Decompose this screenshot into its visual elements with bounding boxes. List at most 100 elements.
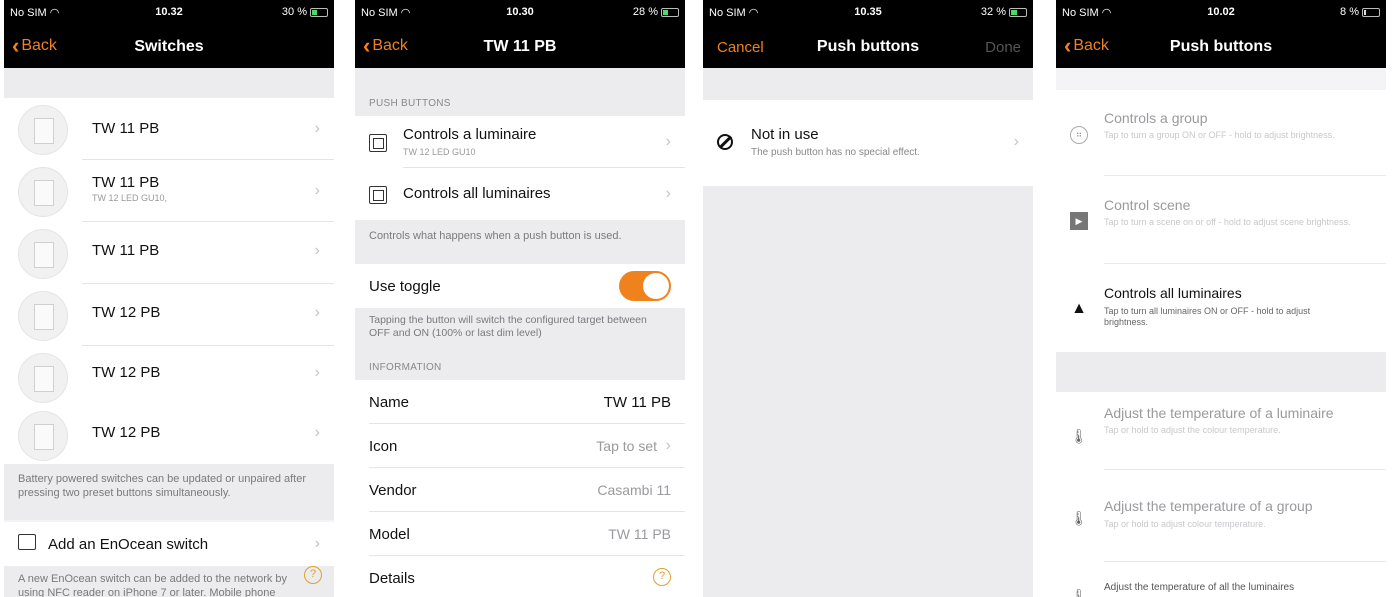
push-button-row[interactable]: Controls all luminaires › [355,168,685,220]
option-description: Tap or hold to adjust the colour tempera… [1104,425,1281,435]
info-value: Tap to set [596,438,657,454]
option-description: The push button has no special effect. [751,147,920,158]
option-description: Tap or hold to adjust colour temperature… [1104,519,1266,529]
status-bar: No SIM ◠ 10.32 30 % [4,6,334,20]
thermometer-icon: 🌡︎ [1070,428,1088,444]
option-title: Not in use [751,126,819,143]
battery-percent: 32 % [980,6,1006,18]
nav-bar: ‹ Back Switches [4,30,334,64]
info-row-model: Model TW 11 PB [355,512,685,556]
chevron-right-icon: › [314,120,320,137]
option-title: Adjust the temperature of a group [1104,498,1313,514]
switch-name: TW 12 PB [92,424,161,441]
add-enocean-row[interactable]: Add an EnOcean switch › [4,522,334,566]
option-title: Adjust the temperature of all the lumina… [1104,582,1295,593]
toggle-note: Tapping the button will switch the confi… [369,314,647,339]
option-controls-all-luminaires[interactable]: ▲ Controls all luminaires Tap to turn al… [1056,264,1386,352]
help-icon[interactable]: ? [304,566,322,584]
use-toggle-switch[interactable] [619,271,671,301]
status-bar: No SIM ◠ 10.35 32 % [703,6,1033,20]
info-label: Vendor [369,482,417,499]
battery-icon [1009,7,1027,17]
done-button[interactable]: Done [985,39,1021,56]
info-label: Icon [369,438,398,455]
switch-row[interactable]: TW 11 PB › [4,222,334,284]
prohibited-icon [717,134,733,150]
switch-name: TW 11 PB [92,242,160,259]
push-button-label: Controls all luminaires [403,185,551,202]
switch-row[interactable]: TW 11 PB › [4,98,334,160]
thermometer-icon: 🌡︎ [1070,588,1088,597]
option-description: Tap to turn a group ON or OFF - hold to … [1104,130,1335,140]
info-row-details[interactable]: Details ? [355,556,685,597]
option-description: Tap to turn all luminaires ON or OFF - h… [1104,306,1311,327]
chevron-right-icon: › [314,535,320,552]
info-row-name: Name TW 11 PB [355,380,685,424]
info-label: Name [369,394,410,411]
info-row-vendor: Vendor Casambi 11 [355,468,685,512]
switch-icon [18,411,68,461]
buttons-note: Controls what happens when a push button… [369,230,622,242]
section-header-push-buttons: PUSH BUTTONS [369,98,451,109]
nav-bar: ‹ Back Push buttons [1056,30,1386,64]
chevron-right-icon: › [314,364,320,381]
switch-name: TW 12 PB [92,304,161,321]
info-value: Casambi 11 [597,482,671,498]
page-title: TW 11 PB [483,38,557,55]
option-controls-group[interactable]: ⠶ Controls a group Tap to turn a group O… [1056,90,1386,176]
status-bar: No SIM ◠ 10.30 28 % [355,6,685,20]
chevron-right-icon: › [665,185,671,202]
push-buttons-select-screen: No SIM ◠ 10.35 32 % Cancel Push buttons D… [703,0,1033,597]
use-toggle-row: Use toggle [355,264,685,308]
switch-row[interactable]: TW 12 PB › [4,404,334,464]
option-temp-all[interactable]: 🌡︎ Adjust the temperature of all the lum… [1056,562,1386,597]
option-control-scene[interactable]: ▶ Control scene Tap to turn a scene on o… [1056,176,1386,264]
page-title: Push buttons [1169,38,1273,55]
battery-percent: 28 % [632,6,658,18]
push-button-row[interactable]: Controls a luminaire TW 12 LED GU10 › [355,116,685,168]
info-row-icon[interactable]: Icon Tap to set › [355,424,685,468]
add-enocean-label: Add an EnOcean switch [48,536,209,553]
add-note: A new EnOcean switch can be added to the… [18,573,288,597]
battery-percent: 30 % [281,6,307,18]
info-value[interactable]: TW 11 PB [604,394,671,411]
battery: 30 % [282,6,328,18]
help-icon[interactable]: ? [653,568,671,586]
option-temp-group[interactable]: 🌡︎ Adjust the temperature of a group Tap… [1056,470,1386,562]
battery-percent: 8 % [1340,6,1359,18]
top-bar: No SIM ◠ 10.32 30 % ‹ Back Switches [4,0,334,68]
switch-icon [18,291,68,341]
battery: 28 % [633,6,679,18]
page-title: Push buttons [816,38,920,55]
chevron-right-icon: › [314,424,320,441]
chevron-right-icon: › [665,133,671,150]
switch-row[interactable]: TW 12 PB › [4,284,334,346]
clock: 10.02 [1207,6,1235,18]
option-not-in-use[interactable]: Not in use The push button has no specia… [703,100,1033,186]
option-description: Tap to turn a scene on or off - hold to … [1104,217,1351,227]
switch-icon [18,167,68,217]
option-title: Controls a group [1104,110,1208,126]
switch-detail-screen: No SIM ◠ 10.30 28 % ‹ Back TW 11 PB PUSH B… [355,0,685,597]
battery-note: Battery powered switches can be updated … [18,473,307,499]
battery-icon [1362,7,1380,17]
switch-icon [18,353,68,403]
switch-icon [18,105,68,155]
push-buttons-options-screen: No SIM ◠ 10.02 8 % ‹ Back Push buttons ⠶ C… [1056,0,1386,597]
top-bar: No SIM ◠ 10.35 32 % Cancel Push buttons D… [703,0,1033,68]
chevron-right-icon: › [665,437,671,454]
chevron-right-icon: › [314,182,320,199]
option-title: Controls all luminaires [1104,285,1242,301]
battery: 8 % [1340,6,1380,18]
switch-row[interactable]: TW 11 PB TW 12 LED GU10, › [4,160,334,222]
switch-name: TW 11 PB [92,120,160,137]
chevron-right-icon: › [1013,133,1019,150]
push-button-target: TW 12 LED GU10 [403,147,476,157]
switch-row[interactable]: TW 12 PB › [4,346,334,408]
option-temp-luminaire[interactable]: 🌡︎ Adjust the temperature of a luminaire… [1056,392,1386,470]
info-label: Model [369,526,410,543]
page-title: Switches [134,38,204,55]
switch-name: TW 12 PB [92,364,161,381]
group-icon: ⠶ [1070,126,1088,144]
switches-screen: No SIM ◠ 10.32 30 % ‹ Back Switches TW 11 … [4,0,334,597]
